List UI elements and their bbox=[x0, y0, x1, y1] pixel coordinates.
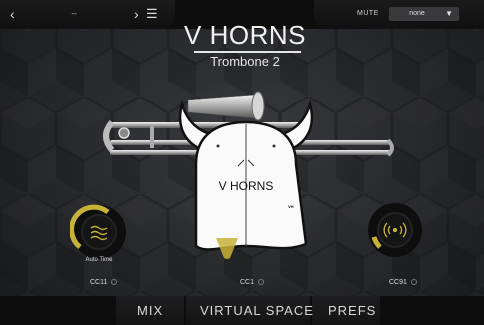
viking-helmet-logo: V HORNS VH bbox=[178, 99, 314, 251]
tab-prefs[interactable]: PREFS bbox=[328, 303, 376, 318]
cc91-learn-dot[interactable] bbox=[410, 279, 417, 286]
cc1-learn-dot[interactable] bbox=[258, 279, 265, 286]
cc1-knob[interactable] bbox=[212, 236, 242, 262]
plugin-window: ‹ -- › ☰ MUTE none ▼ V HORNS Trombone 2 bbox=[0, 0, 484, 325]
auto-time-label: Auto Time bbox=[85, 257, 113, 263]
auto-time-knob[interactable] bbox=[70, 203, 128, 261]
cc11-learn-dot[interactable] bbox=[111, 279, 118, 286]
tab-virtual-space[interactable]: VIRTUAL SPACE bbox=[200, 303, 314, 318]
helmet-logo-text: V HORNS bbox=[219, 179, 274, 193]
helmet-logo-mark: VH bbox=[288, 204, 294, 209]
cc91-knob[interactable] bbox=[366, 201, 424, 259]
cc1-label: CC1 bbox=[240, 279, 265, 286]
cc11-label: CC11 bbox=[90, 279, 118, 286]
cc91-label: CC91 bbox=[389, 279, 417, 286]
tab-mix[interactable]: MIX bbox=[137, 303, 163, 318]
